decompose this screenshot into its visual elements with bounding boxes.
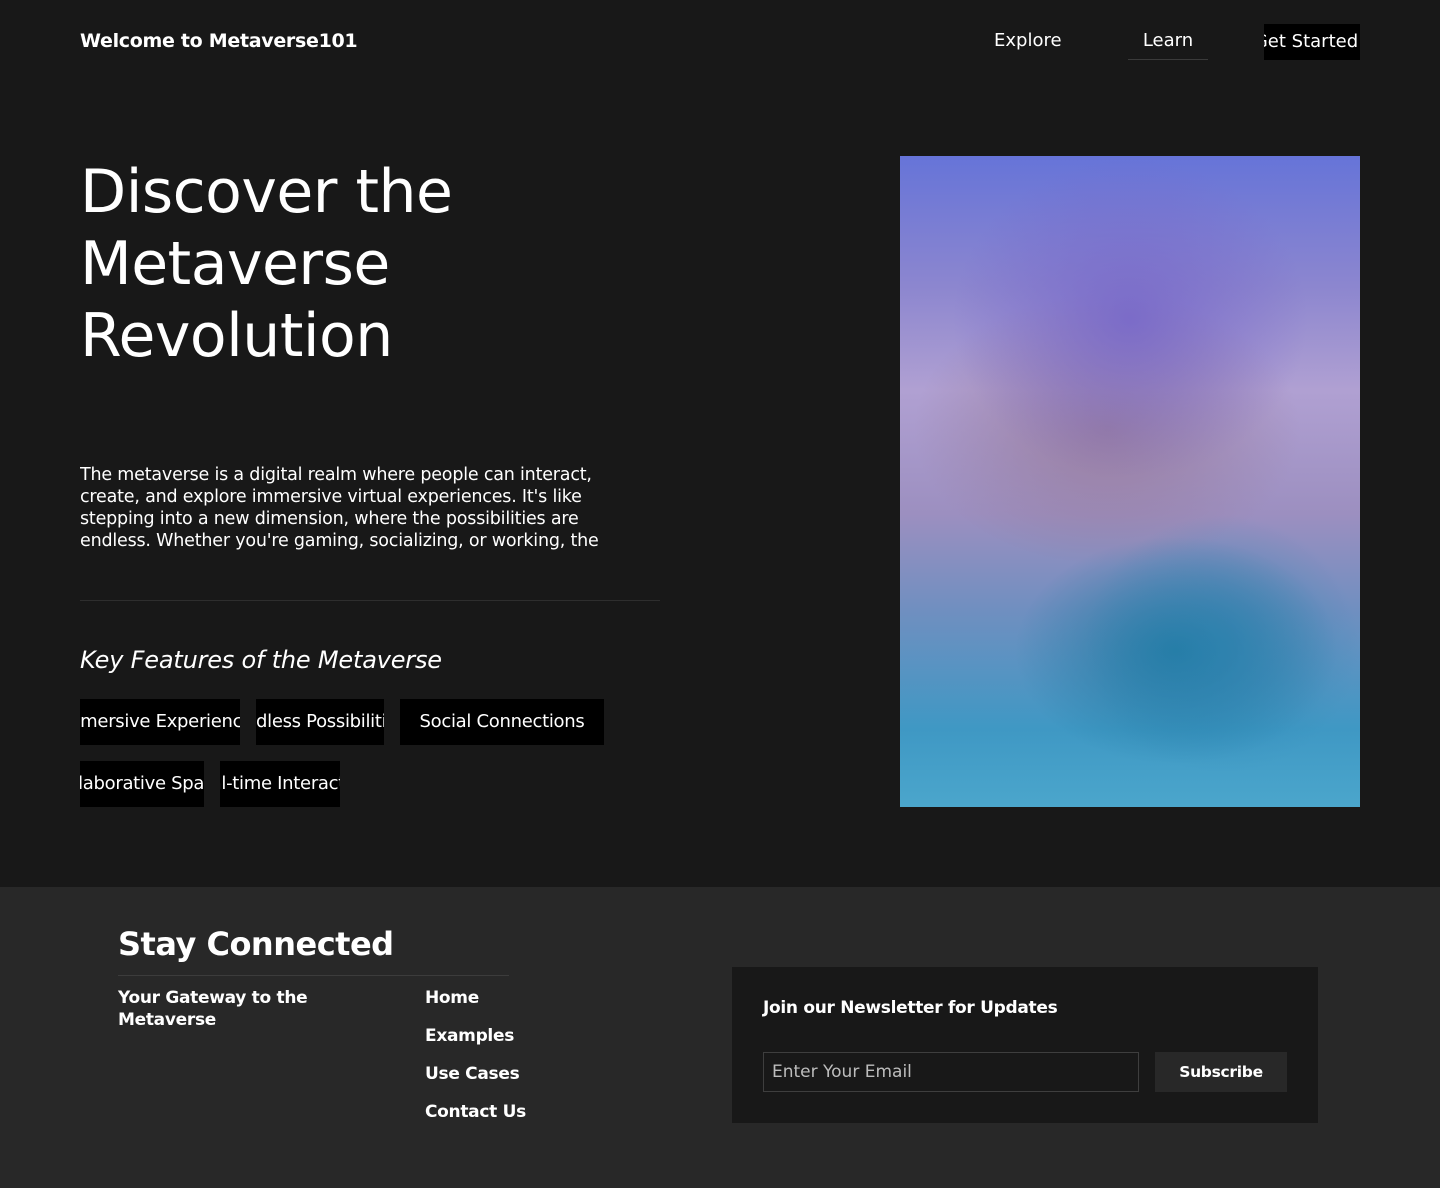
footer-link-contact[interactable]: Contact Us: [425, 1102, 526, 1122]
section-divider: [80, 600, 660, 601]
feature-tag-immersive[interactable]: Immersive Experiences: [80, 699, 240, 745]
footer-title: Stay Connected: [118, 925, 394, 963]
newsletter-panel: Join our Newsletter for Updates Subscrib…: [732, 967, 1318, 1123]
hero-title: Discover the Metaverse Revolution: [80, 156, 720, 372]
hero-title-line: Revolution: [80, 301, 393, 371]
feature-tag-social[interactable]: Social Connections: [400, 699, 604, 745]
footer-link-use-cases[interactable]: Use Cases: [425, 1064, 520, 1084]
hero-description: The metaverse is a digital realm where p…: [80, 465, 599, 551]
feature-tag-label: Endless Possibilities: [256, 711, 384, 732]
feature-tag-label: Immersive Experiences: [80, 711, 240, 732]
footer-link-home[interactable]: Home: [425, 988, 479, 1008]
email-input[interactable]: [763, 1052, 1139, 1092]
get-started-button[interactable]: Get Started: [1264, 24, 1360, 60]
nav-explore-link[interactable]: Explore: [994, 30, 1062, 51]
feature-tag-realtime[interactable]: Real-time Interaction: [220, 761, 340, 807]
feature-tag-label: Social Connections: [419, 711, 585, 732]
feature-tag-endless[interactable]: Endless Possibilities: [256, 699, 384, 745]
footer-divider: [118, 975, 509, 976]
nav-learn-link[interactable]: Learn: [1128, 30, 1208, 60]
site-header: Welcome to Metaverse101 Explore Learn Ge…: [0, 0, 1440, 84]
footer-tagline: Your Gateway to the Metaverse: [118, 988, 308, 1030]
subscribe-button[interactable]: Subscribe: [1155, 1052, 1287, 1092]
page: Welcome to Metaverse101 Explore Learn Ge…: [0, 0, 1440, 1188]
hero-title-line: Discover the: [80, 157, 453, 227]
newsletter-title: Join our Newsletter for Updates: [763, 998, 1058, 1018]
feature-tag-collaborative[interactable]: Collaborative Spaces: [80, 761, 204, 807]
footer-link-examples[interactable]: Examples: [425, 1026, 514, 1046]
hero-title-line: Metaverse: [80, 229, 390, 299]
site-footer: Stay Connected Your Gateway to the Metav…: [0, 887, 1440, 1188]
features-title: Key Features of the Metaverse: [80, 646, 442, 674]
hero-image-glow: [1084, 514, 1360, 775]
feature-tag-label: Collaborative Spaces: [80, 773, 204, 794]
site-brand[interactable]: Welcome to Metaverse101: [80, 30, 358, 52]
feature-tag-label: Real-time Interaction: [220, 773, 340, 794]
hero-gradient-image: [900, 156, 1360, 807]
